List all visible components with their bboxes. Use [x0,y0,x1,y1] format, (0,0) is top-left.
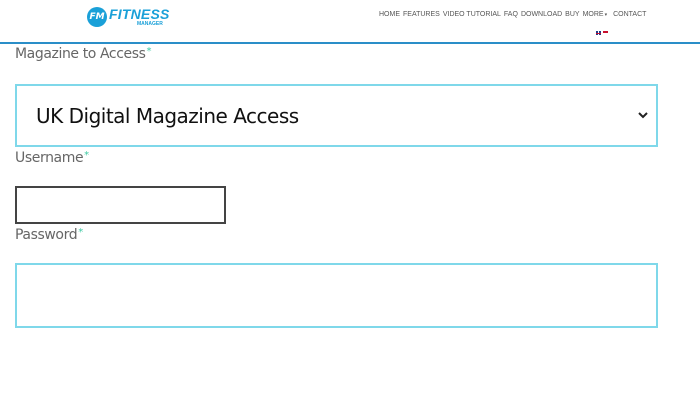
logo-badge-icon: FM [87,7,107,27]
nav-faq[interactable]: FAQ [504,11,518,18]
language-switcher [596,31,608,35]
magazine-select[interactable]: UK Digital Magazine Access [15,84,658,147]
nav-home[interactable]: HOME [379,11,400,18]
username-label-text: Username [15,150,84,166]
nav-more-label: MORE [582,11,604,18]
nav-contact[interactable]: CONTACT [613,11,646,18]
nav-buy[interactable]: BUY [565,11,579,18]
logo-subtitle: MANAGER [137,21,163,27]
main-nav: HOME FEATURES VIDEO TUTORIAL FAQ DOWNLOA… [379,11,649,18]
fitness-manager-logo[interactable]: FM FITNESS MANAGER [87,6,170,28]
password-label-text: Password [15,227,78,243]
nav-features[interactable]: FEATURES [403,11,440,18]
username-input[interactable] [15,186,226,224]
logo-text: FITNESS MANAGER [109,7,170,27]
language-flag-icon[interactable] [603,31,608,35]
username-label: Username* [15,150,89,166]
magazine-label: Magazine to Access* [15,46,152,62]
required-marker: * [78,227,83,238]
required-marker: * [84,150,89,161]
chevron-down-icon [638,112,648,119]
password-label: Password* [15,227,83,243]
caret-down-icon: ▾ [604,11,608,18]
password-input[interactable] [15,263,658,328]
uk-flag-icon[interactable] [596,31,601,35]
logo-name: FITNESS [109,6,170,22]
nav-video-tutorial[interactable]: VIDEO TUTORIAL [443,11,501,18]
magazine-select-value: UK Digital Magazine Access [36,103,299,128]
site-header: FM FITNESS MANAGER HOME FEATURES VIDEO T… [0,0,700,44]
nav-more[interactable]: MORE ▾ [583,11,611,18]
nav-download[interactable]: DOWNLOAD [521,11,562,18]
required-marker: * [146,46,152,57]
magazine-label-text: Magazine to Access [15,46,146,62]
